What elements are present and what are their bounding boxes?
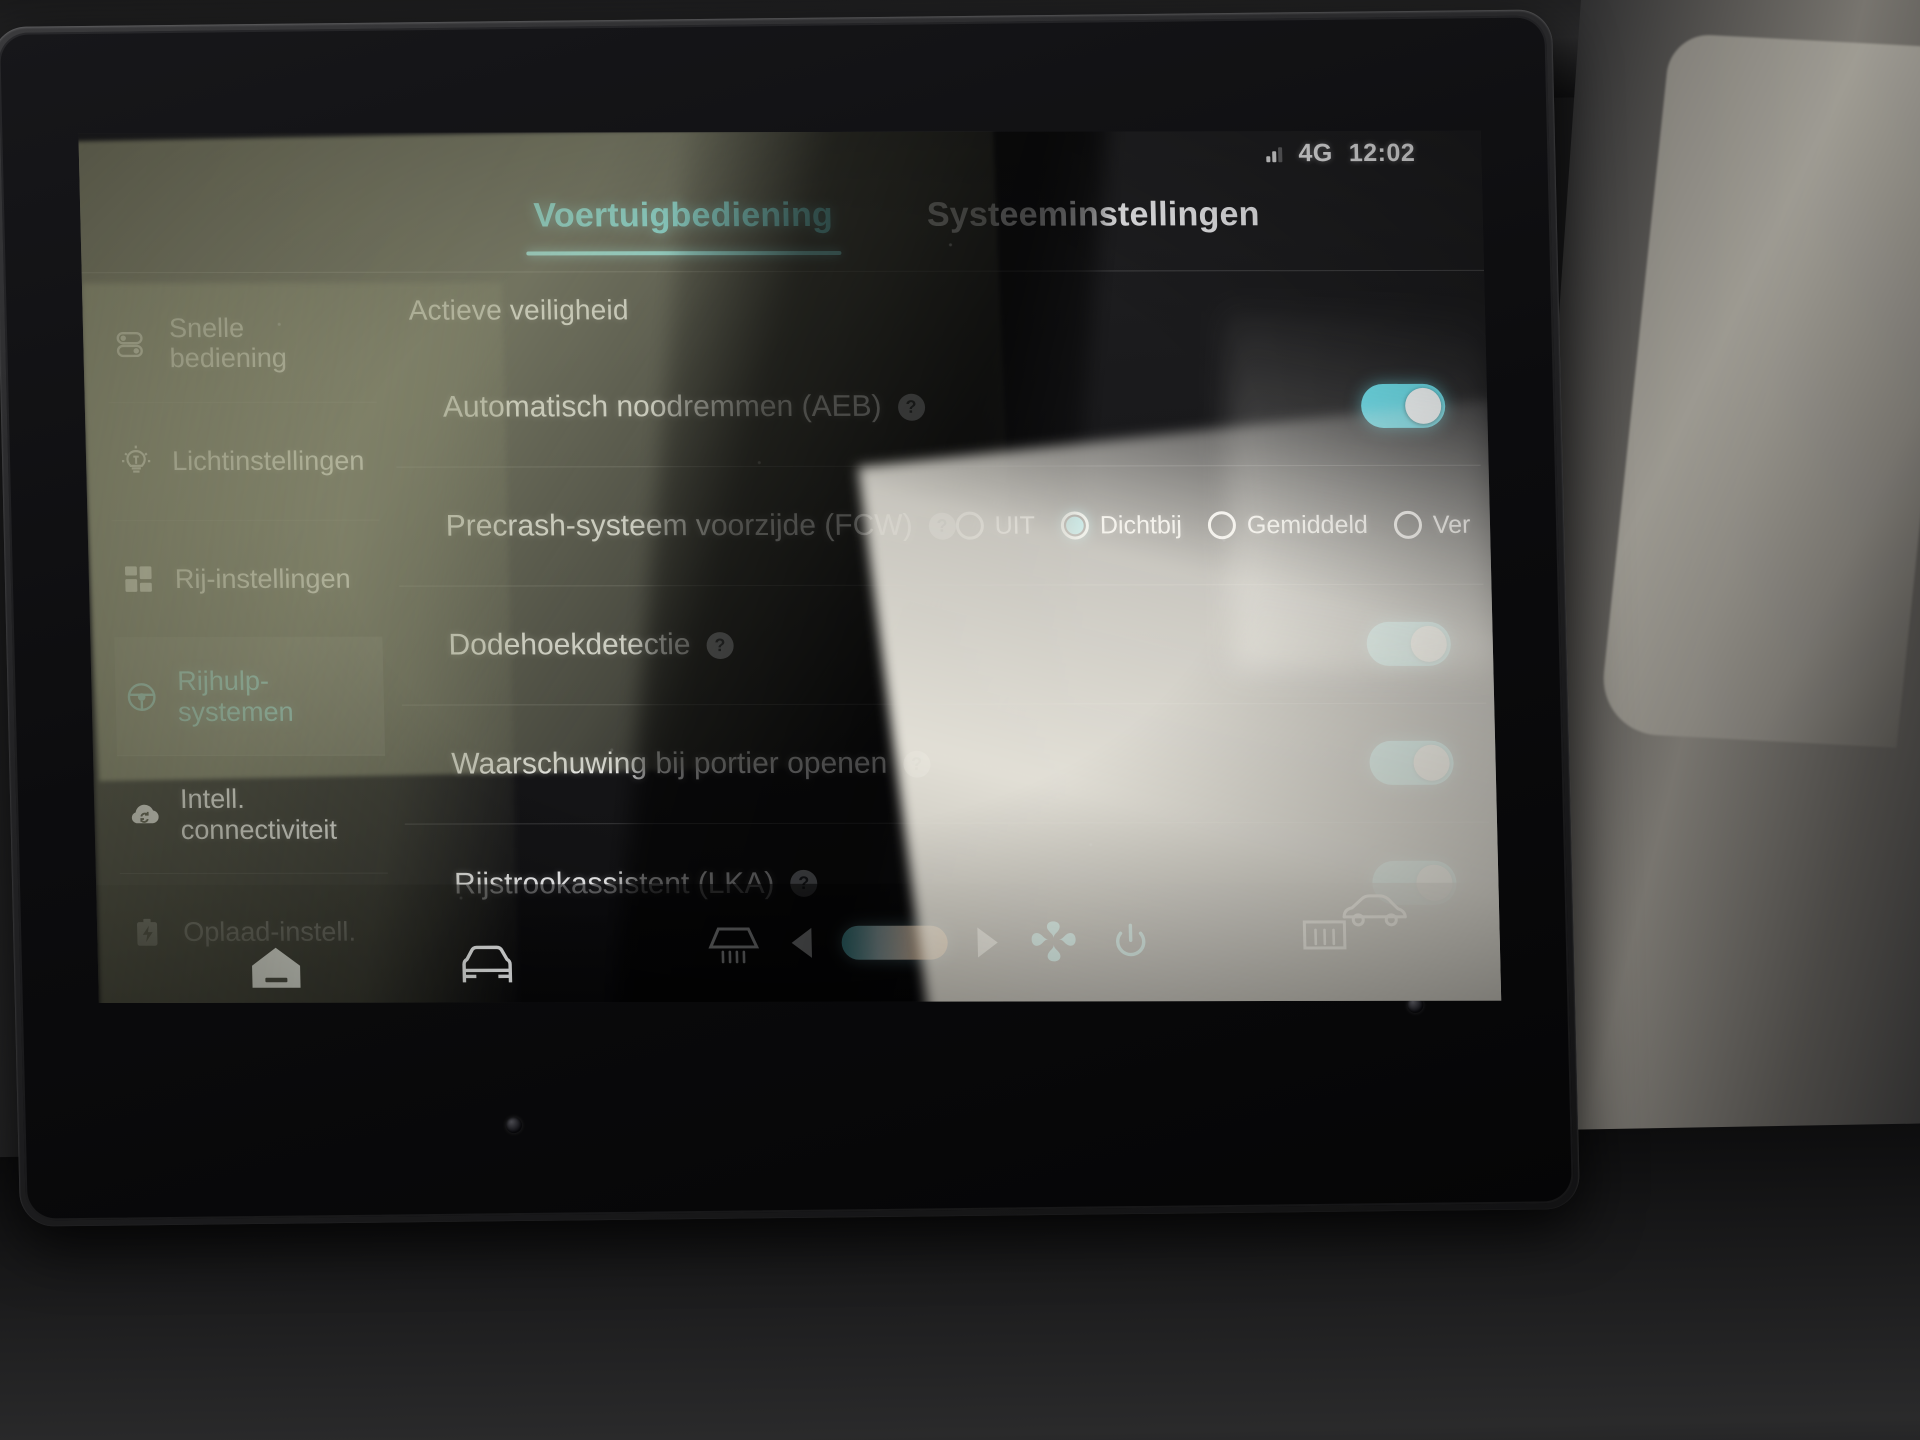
sidebar-item-rijhulp-systemen-label: Rijhulp-systemen	[176, 666, 294, 727]
radio-option-ver-label: Ver	[1432, 510, 1471, 539]
tab-systeeminstellingen[interactable]: Systeeminstellingen	[916, 189, 1270, 255]
radio-option-dichtbij[interactable]: Dichtbij	[1060, 510, 1183, 540]
network-type-label: 4G	[1298, 139, 1334, 168]
section-title: Actieve veiligheid	[408, 294, 630, 326]
car-front-icon[interactable]	[454, 940, 521, 992]
sidebar-item-snelle-bediening-label: Snelle bediening	[168, 312, 288, 374]
toggle-knob	[1410, 625, 1448, 662]
infotainment-screen: 4G 12:02 Voertuigbediening Systeeminstel…	[78, 130, 1502, 1004]
setting-row-aeb[interactable]: Automatisch noodremmen (AEB) ?	[393, 346, 1481, 468]
radio-option-uit-label: UIT	[994, 511, 1036, 540]
setting-row-dodehoekdetectie-control	[1366, 621, 1452, 666]
radio-option-uit[interactable]: UIT	[955, 511, 1035, 540]
climate-control-bar	[705, 917, 1352, 968]
setting-row-aeb-control	[1360, 383, 1446, 428]
sidebar-item-rij-instellingen[interactable]: Rij-instellingen	[111, 520, 383, 639]
home-icon[interactable]	[247, 942, 304, 992]
radio-option-dichtbij-label: Dichtbij	[1099, 510, 1183, 539]
settings-row-list: Automatisch noodremmen (AEB) ? Precrash-…	[393, 346, 1491, 905]
grid-icon	[116, 557, 161, 601]
bottom-bar-right-group	[1339, 889, 1414, 931]
lightbulb-icon	[114, 439, 159, 483]
setting-row-portier-openen-control	[1369, 740, 1455, 785]
setting-row-aeb-label: Automatisch noodremmen (AEB)	[442, 389, 882, 424]
help-icon[interactable]: ?	[706, 631, 734, 659]
temp-increase-icon[interactable]	[977, 927, 999, 958]
help-icon[interactable]: ?	[928, 512, 956, 540]
front-defrost-icon[interactable]	[705, 919, 762, 967]
fan-icon[interactable]	[1027, 917, 1084, 967]
settings-main-panel: Actieve veiligheid Automatisch noodremme…	[382, 283, 1498, 905]
sidebar-item-snelle-bediening[interactable]: Snelle bediening	[105, 284, 377, 404]
sidebar-item-rijhulp-systemen[interactable]: Rijhulp-systemen	[114, 638, 386, 757]
setting-row-fcw[interactable]: Precrash-systeem voorzijde (FCW) ? UIT D…	[396, 465, 1484, 587]
sidebar-item-lichtinstellingen-label: Lichtinstellingen	[171, 445, 365, 477]
setting-row-fcw-control: UIT Dichtbij Gemiddeld Ver	[955, 510, 1471, 540]
tab-voertuigbediening[interactable]: Voertuigbediening	[523, 190, 844, 256]
radio-dot	[955, 511, 984, 540]
radio-dot	[1207, 511, 1237, 540]
dashboard-photo-background: 4G 12:02 Voertuigbediening Systeeminstel…	[0, 0, 1920, 1440]
sidebar-item-intell-connectiviteit-label: Intell. connectiviteit	[179, 784, 338, 845]
setting-row-fcw-label: Precrash-systeem voorzijde (FCW)	[445, 508, 913, 543]
dash-right-fabric	[1597, 33, 1920, 748]
fcw-radio-group: UIT Dichtbij Gemiddeld Ver	[955, 510, 1471, 540]
radio-dot	[1060, 511, 1090, 540]
setting-row-portier-openen[interactable]: Waarschuwing bij portier openen ?	[401, 703, 1490, 825]
signal-bars-icon	[1266, 146, 1283, 162]
toggle-dodehoekdetectie[interactable]	[1366, 621, 1452, 666]
infotainment-tablet: 4G 12:02 Voertuigbediening Systeeminstel…	[0, 9, 1581, 1227]
sliders-icon	[111, 322, 156, 366]
radio-option-gemiddeld-label: Gemiddeld	[1246, 510, 1369, 539]
sidebar-item-rij-instellingen-label: Rij-instellingen	[174, 563, 351, 594]
temp-decrease-icon[interactable]	[791, 927, 813, 958]
tablet-bezel: 4G 12:02 Voertuigbediening Systeeminstel…	[0, 15, 1575, 1221]
help-icon[interactable]: ?	[902, 750, 931, 778]
setting-row-dodehoekdetectie[interactable]: Dodehoekdetectie ?	[399, 584, 1487, 706]
cloud-sync-icon	[122, 793, 167, 837]
setting-row-portier-openen-label: Waarschuwing bij portier openen	[450, 746, 888, 781]
sidebar-item-lichtinstellingen[interactable]: Lichtinstellingen	[108, 402, 380, 521]
tab-voertuigbediening-label: Voertuigbediening	[533, 195, 834, 235]
bottom-bar	[96, 882, 1502, 1004]
radio-dot	[1393, 510, 1423, 539]
main-tab-bar: Voertuigbediening Systeeminstellingen	[79, 188, 1485, 274]
power-icon[interactable]	[1113, 921, 1148, 963]
radio-option-ver[interactable]: Ver	[1393, 510, 1471, 539]
bezel-sensor-left-icon	[505, 1116, 523, 1134]
toggle-knob	[1413, 744, 1451, 781]
clock-label: 12:02	[1348, 138, 1416, 168]
radio-option-gemiddeld[interactable]: Gemiddeld	[1207, 510, 1369, 540]
setting-row-dodehoekdetectie-label: Dodehoekdetectie	[448, 628, 691, 662]
toggle-aeb[interactable]	[1360, 383, 1446, 428]
temperature-slider[interactable]	[841, 925, 949, 960]
toggle-portier-openen[interactable]	[1369, 740, 1455, 785]
tab-systeeminstellingen-label: Systeeminstellingen	[926, 195, 1261, 234]
sidebar-item-intell-connectiviteit[interactable]: Intell. connectiviteit	[117, 755, 388, 875]
toggle-knob	[1404, 387, 1442, 424]
status-bar: 4G 12:02	[1266, 139, 1416, 168]
steering-wheel-icon	[119, 675, 164, 719]
bottom-bar-left-group	[247, 940, 520, 992]
help-icon[interactable]: ?	[897, 393, 925, 421]
car-side-icon[interactable]	[1339, 889, 1414, 931]
